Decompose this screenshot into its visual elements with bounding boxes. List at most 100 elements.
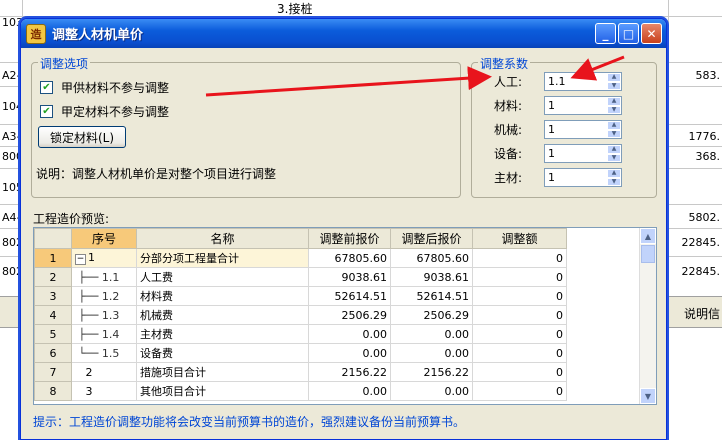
after-cell: 2156.22 (390, 362, 473, 382)
spin-down-icon[interactable]: ▼ (607, 81, 621, 90)
coef-row-equipment: 设备: 1 ▲ ▼ (494, 144, 622, 163)
bg-row-code: A2- (2, 69, 21, 82)
table-row[interactable]: 1 −1 分部分项工程量合计 67805.60 67805.60 0 (34, 248, 567, 268)
bg-value: 583. (695, 69, 721, 82)
after-cell: 0.00 (390, 324, 473, 344)
before-cell: 0.00 (308, 324, 391, 344)
preview-label: 工程造价预览: (33, 212, 110, 226)
column-header-before[interactable]: 调整前报价 (308, 228, 391, 249)
warning-hint: 提示：工程造价调整功能将会改变当前预算书的造价，强烈建议备份当前预算书。 (33, 415, 466, 429)
spin-up-icon[interactable]: ▲ (607, 169, 621, 178)
lock-material-button[interactable]: 锁定材料(L) (38, 126, 126, 148)
cost-preview-grid[interactable]: 序号 名称 调整前报价 调整后报价 调整额 1 −1 分部分项工程量合计 678… (33, 227, 657, 405)
bg-row-code: A4- (2, 211, 21, 224)
row-number: 6 (34, 343, 72, 363)
seq-cell: 1.4 (101, 327, 120, 341)
bg-row-code: A3- (2, 130, 21, 143)
coef-row-labor: 人工: 1.1 ▲ ▼ (494, 72, 622, 91)
dialog-titlebar[interactable]: 造 调整人材机单价 _ □ ✕ (21, 19, 666, 48)
bg-row-line (0, 16, 722, 17)
scroll-down-icon[interactable]: ▼ (640, 388, 656, 404)
exclude-designated-checkbox[interactable]: ✔ 甲定材料不参与调整 (40, 103, 169, 120)
delta-cell: 0 (472, 343, 567, 363)
row-number: 4 (34, 305, 72, 325)
bg-value: 1776. (688, 130, 721, 143)
spin-up-icon[interactable]: ▲ (607, 121, 621, 130)
machine-coef-spinner[interactable]: 1 ▲ ▼ (544, 120, 622, 139)
equipment-coef-spinner[interactable]: 1 ▲ ▼ (544, 144, 622, 163)
collapse-icon[interactable]: − (75, 254, 86, 265)
name-cell: 人工费 (136, 267, 309, 287)
table-row[interactable]: 4 ├── 1.3 机械费 2506.29 2506.29 0 (34, 305, 567, 325)
coef-value[interactable]: 1 (545, 169, 607, 186)
coef-value[interactable]: 1.1 (545, 73, 607, 90)
spin-up-icon[interactable]: ▲ (607, 145, 621, 154)
column-header-after[interactable]: 调整后报价 (390, 228, 473, 249)
after-cell: 0.00 (390, 343, 473, 363)
before-cell: 0.00 (308, 343, 391, 363)
name-cell: 其他项目合计 (136, 381, 309, 401)
coef-value[interactable]: 1 (545, 145, 607, 162)
table-row[interactable]: 8 3 其他项目合计 0.00 0.00 0 (34, 381, 567, 401)
delta-cell: 0 (472, 305, 567, 325)
name-cell: 分部分项工程量合计 (136, 248, 309, 268)
scroll-thumb[interactable] (641, 245, 655, 263)
exclude-supplied-checkbox[interactable]: ✔ 甲供材料不参与调整 (40, 79, 169, 96)
after-cell: 9038.61 (390, 267, 473, 287)
material-coef-spinner[interactable]: 1 ▲ ▼ (544, 96, 622, 115)
before-cell: 9038.61 (308, 267, 391, 287)
delta-cell: 0 (472, 324, 567, 344)
bg-value: 5802. (688, 211, 721, 224)
coef-value[interactable]: 1 (545, 121, 607, 138)
column-header-delta[interactable]: 调整额 (472, 228, 567, 249)
minimize-button[interactable]: _ (595, 23, 616, 44)
delta-cell: 0 (472, 267, 567, 287)
seq-cell: 2 (85, 365, 93, 379)
options-group: 调整选项 ✔ 甲供材料不参与调整 ✔ 甲定材料不参与调整 锁定材料(L) 说明：… (31, 55, 461, 198)
name-cell: 设备费 (136, 343, 309, 363)
row-number: 7 (34, 362, 72, 382)
spin-down-icon[interactable]: ▼ (607, 153, 621, 162)
seq-cell: 1.3 (101, 308, 120, 322)
options-group-title: 调整选项 (38, 55, 91, 72)
maximize-button[interactable]: □ (618, 23, 639, 44)
column-header-seq[interactable]: 序号 (71, 228, 137, 249)
coef-label: 人工: (494, 75, 523, 89)
row-number: 2 (34, 267, 72, 287)
after-cell: 67805.60 (390, 248, 473, 268)
delta-cell: 0 (472, 381, 567, 401)
scroll-up-icon[interactable]: ▲ (640, 228, 656, 244)
spin-up-icon[interactable]: ▲ (607, 97, 621, 106)
vertical-scrollbar[interactable]: ▲ ▼ (639, 228, 656, 404)
column-header-name[interactable]: 名称 (136, 228, 309, 249)
table-row[interactable]: 3 ├── 1.2 材料费 52614.51 52614.51 0 (34, 286, 567, 306)
bg-value: 22845. (681, 265, 721, 278)
table-row[interactable]: 7 2 措施项目合计 2156.22 2156.22 0 (34, 362, 567, 382)
before-cell: 2156.22 (308, 362, 391, 382)
spin-up-icon[interactable]: ▲ (607, 73, 621, 82)
checkbox-label: 甲供材料不参与调整 (61, 81, 170, 95)
corner-header (34, 228, 72, 249)
name-cell: 材料费 (136, 286, 309, 306)
checkmark-icon: ✔ (40, 105, 53, 118)
delta-cell: 0 (472, 248, 567, 268)
row-number: 3 (34, 286, 72, 306)
before-cell: 0.00 (308, 381, 391, 401)
main-material-coef-spinner[interactable]: 1 ▲ ▼ (544, 168, 622, 187)
table-row[interactable]: 5 ├── 1.4 主材费 0.00 0.00 0 (34, 324, 567, 344)
close-button[interactable]: ✕ (641, 23, 662, 44)
table-row[interactable]: 2 ├── 1.1 人工费 9038.61 9038.61 0 (34, 267, 567, 287)
coef-label: 主材: (494, 171, 523, 185)
table-row[interactable]: 6 └── 1.5 设备费 0.00 0.00 0 (34, 343, 567, 363)
name-cell: 措施项目合计 (136, 362, 309, 382)
spin-down-icon[interactable]: ▼ (607, 177, 621, 186)
before-cell: 67805.60 (308, 248, 391, 268)
coef-value[interactable]: 1 (545, 97, 607, 114)
spin-down-icon[interactable]: ▼ (607, 105, 621, 114)
checkbox-label: 甲定材料不参与调整 (61, 105, 170, 119)
before-cell: 2506.29 (308, 305, 391, 325)
bg-value: 22845. (681, 236, 721, 249)
coef-label: 机械: (494, 123, 523, 137)
spin-down-icon[interactable]: ▼ (607, 129, 621, 138)
labor-coef-spinner[interactable]: 1.1 ▲ ▼ (544, 72, 622, 91)
